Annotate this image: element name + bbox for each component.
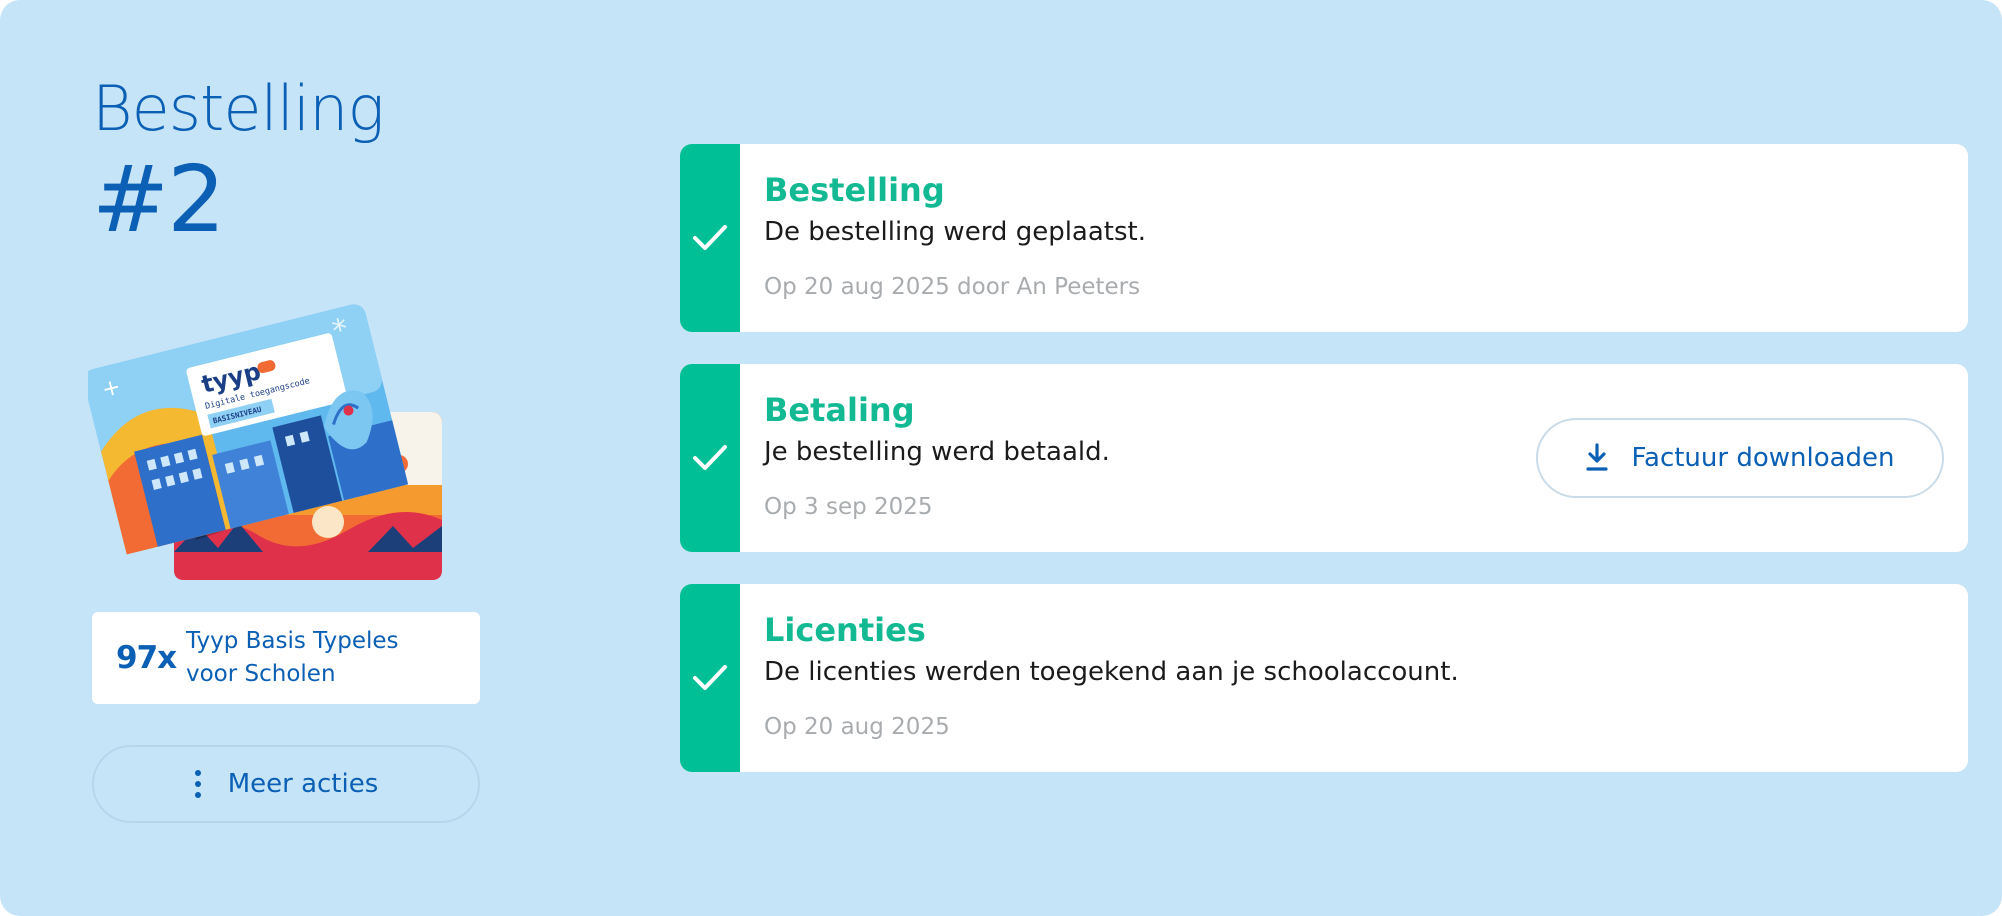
step-title: Bestelling (764, 171, 945, 209)
step-status-complete (680, 364, 740, 552)
more-actions-button[interactable]: Meer acties (92, 745, 480, 823)
order-number: #2 (92, 146, 226, 253)
download-invoice-button[interactable]: Factuur downloaden (1536, 418, 1944, 498)
step-meta: Op 3 sep 2025 (764, 494, 933, 520)
download-invoice-label: Factuur downloaden (1631, 443, 1895, 473)
step-card-order: Bestelling De bestelling werd geplaatst.… (680, 144, 1968, 332)
step-card-licenses: Licenties De licenties werden toegekend … (680, 584, 1968, 772)
page-title: Bestelling (92, 72, 385, 145)
step-description: De licenties werden toegekend aan je sch… (764, 657, 1459, 687)
order-panel: Bestelling #2 tyyp Digitale toegangscode… (0, 0, 2002, 916)
step-description: Je bestelling werd betaald. (764, 437, 1110, 467)
check-icon (693, 225, 727, 250)
step-meta: Op 20 aug 2025 (764, 714, 950, 740)
step-card-payment: Betaling Je bestelling werd betaald. Op … (680, 364, 1968, 552)
product-quantity: 97x (116, 640, 177, 676)
kebab-icon (194, 770, 202, 798)
check-icon (693, 665, 727, 690)
more-actions-label: Meer acties (227, 769, 379, 799)
step-status-complete (680, 144, 740, 332)
download-icon (1586, 443, 1609, 471)
product-name: Tyyp Basis Typeles voor Scholen (186, 628, 399, 687)
step-title: Betaling (764, 391, 915, 429)
product-image: tyyp Digitale toegangscode BASISNIVEAU +… (88, 304, 442, 580)
step-title: Licenties (764, 611, 926, 649)
check-icon (693, 445, 727, 470)
product-line-card: 97x Tyyp Basis Typeles voor Scholen (92, 612, 480, 704)
step-status-complete (680, 584, 740, 772)
step-meta: Op 20 aug 2025 door An Peeters (764, 274, 1141, 300)
step-description: De bestelling werd geplaatst. (764, 217, 1146, 247)
